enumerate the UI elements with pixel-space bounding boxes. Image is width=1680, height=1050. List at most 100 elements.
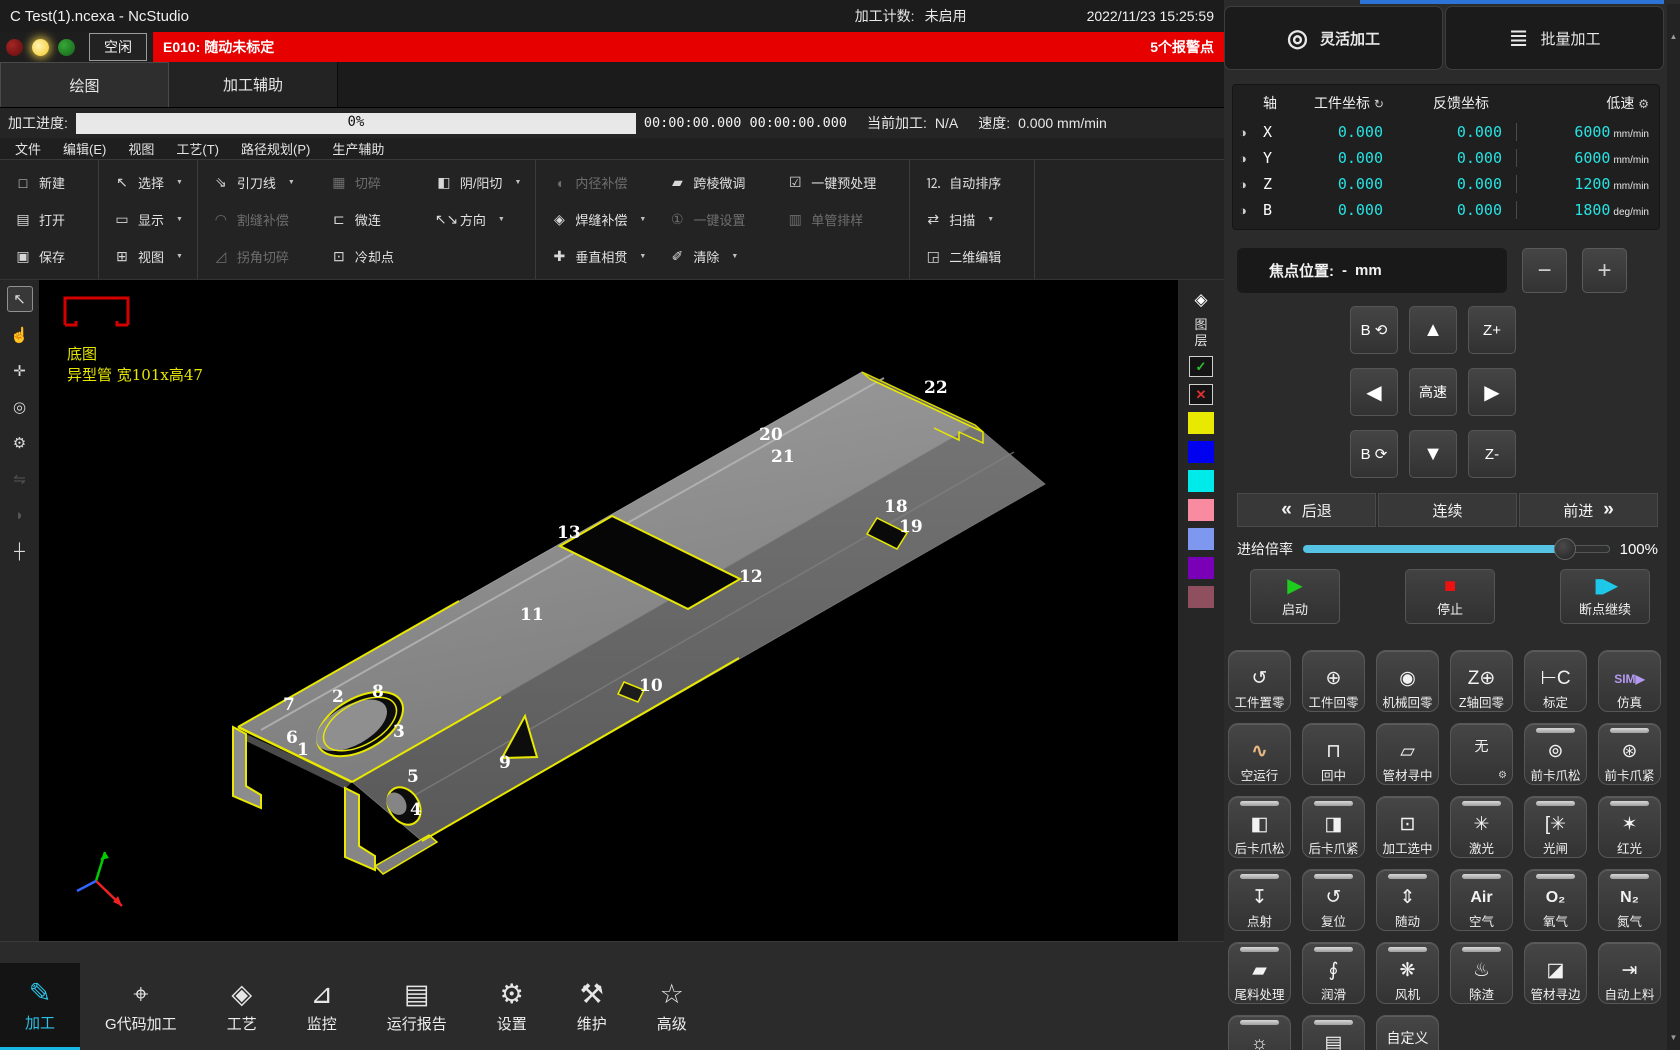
run-control-button[interactable]: ▶ 启动	[1250, 569, 1340, 624]
toolbar-item[interactable]: ◿ 拐角切碎 ▼	[208, 245, 312, 268]
toolbar-item[interactable]: ⇄ 扫描 ▼	[920, 208, 1024, 231]
toolbar-item[interactable]: ◈ 焊缝补偿 ▼	[546, 208, 650, 231]
machine-function-button[interactable]: 无 ⚙	[1450, 723, 1513, 785]
jog-button[interactable]: 高速	[1409, 368, 1457, 416]
gear-icon[interactable]: ⚙	[1638, 97, 1649, 111]
step-back-button[interactable]: « 后退	[1237, 493, 1376, 527]
layer-color-swatch[interactable]	[1188, 499, 1214, 521]
toolbar-item[interactable]: ◖ 内径补偿 ▼	[546, 171, 650, 194]
machine-function-button[interactable]: ∿ 空运行 ⚙	[1228, 723, 1291, 785]
canvas-tool-icon[interactable]: ┼	[7, 538, 33, 564]
machine-function-button[interactable]: ↺ 复位 ⚙	[1302, 869, 1365, 931]
toolbar-item[interactable]: □ 新建 ▼	[10, 171, 88, 194]
machine-function-button[interactable]: ❋ 风机 ⚙	[1376, 942, 1439, 1004]
layer-hidden-checkbox[interactable]: ✕	[1189, 384, 1213, 405]
layer-color-swatch[interactable]	[1188, 528, 1214, 550]
machine-function-button[interactable]: ⊕ 工件回零 ⚙	[1302, 650, 1365, 712]
menu-item[interactable]: 路径规划(P)	[230, 139, 321, 158]
machine-function-button[interactable]: ⇥ 自动上料 ⚙	[1598, 942, 1661, 1004]
run-control-button[interactable]: ■ 停止	[1405, 569, 1495, 624]
machine-function-button[interactable]: ◉ 机械回零 ⚙	[1376, 650, 1439, 712]
toolbar-item[interactable]: ◧ 阴/阳切 ▼	[431, 171, 526, 194]
toolbar-item[interactable]: ▦ 切碎 ▼	[326, 171, 417, 194]
continuous-button[interactable]: 连续	[1378, 493, 1517, 527]
alarm-bar[interactable]: E010: 随动未标定 5个报警点	[153, 32, 1224, 62]
step-forward-button[interactable]: 前进 »	[1519, 493, 1658, 527]
canvas-tool-icon[interactable]: ◗	[7, 502, 33, 528]
jog-button[interactable]: Z-	[1468, 430, 1516, 478]
machine-function-button[interactable]: Air 空气 ⚙	[1450, 869, 1513, 931]
toolbar-item[interactable]: ① 一键设置 ▼	[664, 208, 768, 231]
machine-function-button[interactable]: ♨ 除渣 ⚙	[1450, 942, 1513, 1004]
machine-function-button[interactable]: ⊓ 回中 ⚙	[1302, 723, 1365, 785]
layer-color-swatch[interactable]	[1188, 557, 1214, 579]
canvas-tool-icon[interactable]: ↖	[7, 286, 33, 312]
focus-increase-button[interactable]: +	[1582, 248, 1627, 293]
machine-function-button[interactable]: ▤ 顶料屏蔽 ⚙	[1302, 1015, 1365, 1050]
menu-item[interactable]: 编辑(E)	[52, 139, 117, 158]
machine-function-button[interactable]: ▰ 尾料处理 ⚙	[1228, 942, 1291, 1004]
machine-function-button[interactable]: ☼ 照明 ⚙	[1228, 1015, 1291, 1050]
toolbar-item[interactable]: ◲ 二维编辑 ▼	[920, 245, 1024, 268]
machine-function-button[interactable]: ✶ 红光 ⚙	[1598, 796, 1661, 858]
machine-function-button[interactable]: ∮ 润滑 ⚙	[1302, 942, 1365, 1004]
machine-function-button[interactable]: O₂ 氧气 ⚙	[1524, 869, 1587, 931]
canvas-tool-icon[interactable]: ✛	[7, 358, 33, 384]
toolbar-item[interactable]: ▣ 保存 ▼	[10, 245, 88, 268]
toolbar-item[interactable]: ▭ 显示 ▼	[109, 208, 187, 231]
toolbar-item[interactable]: ⊡ 冷却点 ▼	[326, 245, 417, 268]
slider-thumb[interactable]	[1554, 538, 1576, 560]
nav-tab[interactable]: ⌖ G代码加工	[80, 963, 202, 1050]
nav-tab[interactable]: ⚒ 维护	[552, 963, 632, 1050]
machine-function-button[interactable]: ⊡ 加工选中 ⚙	[1376, 796, 1439, 858]
layer-color-swatch[interactable]	[1188, 441, 1214, 463]
nav-tab[interactable]: ⊿ 监控	[282, 963, 362, 1050]
jog-button[interactable]: Z+	[1468, 306, 1516, 354]
run-control-button[interactable]: ▮▶ 断点继续	[1560, 569, 1650, 624]
scroll-up-icon[interactable]: ▲	[1667, 32, 1680, 41]
nav-tab[interactable]: ☆ 高级	[632, 963, 712, 1050]
jog-button[interactable]: B ⟳	[1350, 430, 1398, 478]
settings-gear-icon[interactable]: ⚙	[1498, 770, 1507, 781]
toolbar-item[interactable]: ☑ 一键预处理 ▼	[782, 171, 899, 194]
machine-function-button[interactable]: ⇕ 随动 ⚙	[1376, 869, 1439, 931]
canvas-tool-icon[interactable]: ◎	[7, 394, 33, 420]
toolbar-item[interactable]: ✐ 清除 ▼	[664, 245, 768, 268]
document-tab[interactable]: 加工辅助	[169, 62, 338, 107]
feed-override-slider[interactable]	[1303, 545, 1610, 553]
machine-function-button[interactable]: ✳ 激光 ⚙	[1450, 796, 1513, 858]
machine-function-button[interactable]: ⊛ 前卡爪紧 ⚙	[1598, 723, 1661, 785]
jog-button[interactable]: ▲	[1409, 306, 1457, 354]
machine-function-button[interactable]: Z⊕ Z轴回零 ⚙	[1450, 650, 1513, 712]
machine-function-button[interactable]: ⊢C 标定 ⚙	[1524, 650, 1587, 712]
toolbar-item[interactable]: ⊞ 视图 ▼	[109, 245, 187, 268]
machine-function-button[interactable]: ◧ 后卡爪松 ⚙	[1228, 796, 1291, 858]
toolbar-item[interactable]: ✚ 垂直相贯 ▼	[546, 245, 650, 268]
machine-function-button[interactable]: ↧ 点射 ⚙	[1228, 869, 1291, 931]
machine-function-button[interactable]: ◨ 后卡爪紧 ⚙	[1302, 796, 1365, 858]
focus-position-display[interactable]: 焦点位置: - mm	[1237, 248, 1507, 293]
nav-tab[interactable]: ▤ 运行报告	[362, 963, 472, 1050]
machine-function-button[interactable]: ⊚ 前卡爪松 ⚙	[1524, 723, 1587, 785]
machine-function-button[interactable]: ▱ 管材寻中 ⚙	[1376, 723, 1439, 785]
layer-color-swatch[interactable]	[1188, 412, 1214, 434]
toolbar-item[interactable]: ⇘ 引刀线 ▼	[208, 171, 312, 194]
scroll-down-icon[interactable]: ▼	[1667, 1033, 1680, 1042]
layer-visible-checkbox[interactable]: ✓	[1189, 356, 1213, 377]
focus-decrease-button[interactable]: −	[1522, 248, 1567, 293]
alarm-points-badge[interactable]: 5个报警点	[1150, 37, 1214, 57]
panel-scrollbar[interactable]: ▲ ▼	[1667, 4, 1680, 1050]
toolbar-item[interactable]: ▤ 打开 ▼	[10, 208, 88, 231]
toolbar-item[interactable]: ↖↘ 方向 ▼	[431, 208, 526, 231]
mode-tab[interactable]: ◎ 灵活加工	[1224, 6, 1443, 70]
machine-function-button[interactable]: ◪ 管材寻边 ⚙	[1524, 942, 1587, 1004]
layer-color-swatch[interactable]	[1188, 586, 1214, 608]
canvas-tool-icon[interactable]: ⚙	[7, 430, 33, 456]
machine-function-button[interactable]: SIM▶ 仿真 ⚙	[1598, 650, 1661, 712]
refresh-icon[interactable]: ↻	[1374, 97, 1384, 111]
toolbar-item[interactable]: ▰ 跨棱微调 ▼	[664, 171, 768, 194]
machine-function-button[interactable]: [✳ 光闸 ⚙	[1524, 796, 1587, 858]
canvas-tool-icon[interactable]: ☝	[7, 322, 33, 348]
toolbar-item[interactable]: ⊏ 微连 ▼	[326, 208, 417, 231]
machine-function-button[interactable]: 自定义 ⚙	[1376, 1015, 1439, 1050]
